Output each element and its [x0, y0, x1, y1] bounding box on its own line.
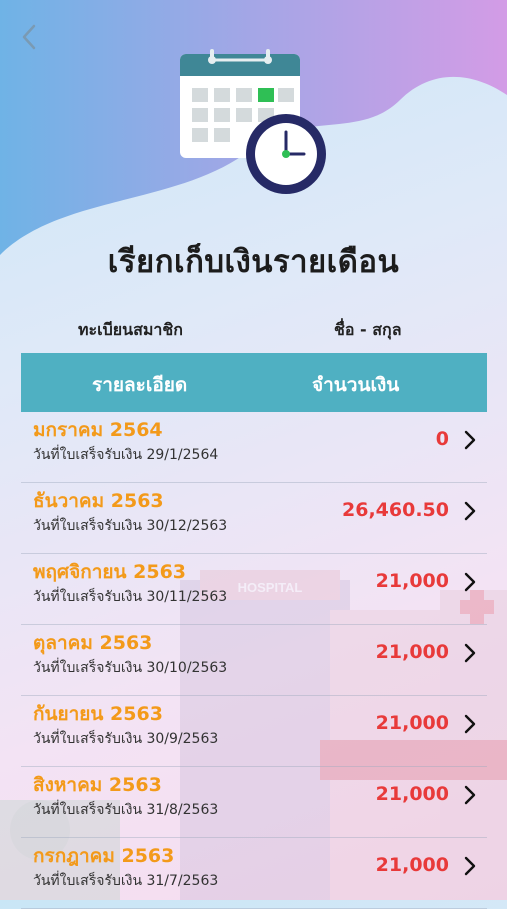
- name-label: ชื่อ - สกุล: [334, 320, 402, 339]
- chevron-right-icon: [464, 856, 476, 876]
- billing-row[interactable]: กันยายน 2563 วันที่ใบเสร็จรับเงิน 30/9/2…: [21, 696, 487, 767]
- receipt-date: วันที่ใบเสร็จรับเงิน 29/1/2564: [33, 447, 219, 463]
- billing-amount: 21,000: [375, 854, 449, 876]
- billing-row[interactable]: ธันวาคม 2563 วันที่ใบเสร็จรับเงิน 30/12/…: [21, 483, 487, 554]
- billing-month: กันยายน 2563: [33, 703, 163, 725]
- billing-month: สิงหาคม 2563: [33, 774, 162, 796]
- chevron-right-icon: [464, 430, 476, 450]
- billing-row[interactable]: สิงหาคม 2563 วันที่ใบเสร็จรับเงิน 31/8/2…: [21, 767, 487, 838]
- billing-list: มกราคม 2564 วันที่ใบเสร็จรับเงิน 29/1/25…: [21, 412, 487, 909]
- receipt-date: วันที่ใบเสร็จรับเงิน 31/7/2563: [33, 873, 219, 889]
- billing-month: ตุลาคม 2563: [33, 632, 153, 654]
- chevron-right-icon: [464, 643, 476, 663]
- billing-row[interactable]: พฤศจิกายน 2563 วันที่ใบเสร็จรับเงิน 30/1…: [21, 554, 487, 625]
- chevron-right-icon: [464, 501, 476, 521]
- receipt-date: วันที่ใบเสร็จรับเงิน 30/11/2563: [33, 589, 228, 605]
- page-title: เรียกเก็บเงินรายเดือน: [107, 244, 400, 280]
- chevron-right-icon: [464, 714, 476, 734]
- chevron-right-icon: [464, 572, 476, 592]
- member-info-row: ทะเบียนสมาชิก ชื่อ - สกุล: [0, 318, 507, 342]
- billing-month: พฤศจิกายน 2563: [33, 561, 187, 583]
- billing-month: ธันวาคม 2563: [33, 490, 164, 512]
- billing-amount: 21,000: [375, 570, 449, 592]
- calendar-clock-icon: [180, 49, 326, 194]
- receipt-date: วันที่ใบเสร็จรับเงิน 30/9/2563: [33, 731, 219, 747]
- column-header-amount: จำนวนเงิน: [312, 374, 400, 396]
- back-button[interactable]: [14, 20, 44, 54]
- chevron-right-icon: [464, 785, 476, 805]
- receipt-date: วันที่ใบเสร็จรับเงิน 30/12/2563: [33, 518, 228, 534]
- billing-amount: 0: [435, 428, 449, 450]
- billing-amount: 21,000: [375, 712, 449, 734]
- billing-amount: 26,460.50: [342, 499, 449, 521]
- billing-amount: 21,000: [375, 783, 449, 805]
- table-header: รายละเอียด จำนวนเงิน: [21, 353, 487, 412]
- billing-row[interactable]: มกราคม 2564 วันที่ใบเสร็จรับเงิน 29/1/25…: [21, 412, 487, 483]
- billing-month: มกราคม 2564: [33, 419, 163, 441]
- billing-month: กรกฎาคม 2563: [33, 845, 175, 867]
- receipt-date: วันที่ใบเสร็จรับเงิน 30/10/2563: [33, 660, 228, 676]
- billing-amount: 21,000: [375, 641, 449, 663]
- column-header-detail: รายละเอียด: [92, 374, 188, 396]
- receipt-date: วันที่ใบเสร็จรับเงิน 31/8/2563: [33, 802, 219, 818]
- billing-row[interactable]: ตุลาคม 2563 วันที่ใบเสร็จรับเงิน 30/10/2…: [21, 625, 487, 696]
- chevron-left-icon: [22, 24, 36, 50]
- registration-label: ทะเบียนสมาชิก: [78, 320, 183, 339]
- billing-row[interactable]: กรกฎาคม 2563 วันที่ใบเสร็จรับเงิน 31/7/2…: [21, 838, 487, 909]
